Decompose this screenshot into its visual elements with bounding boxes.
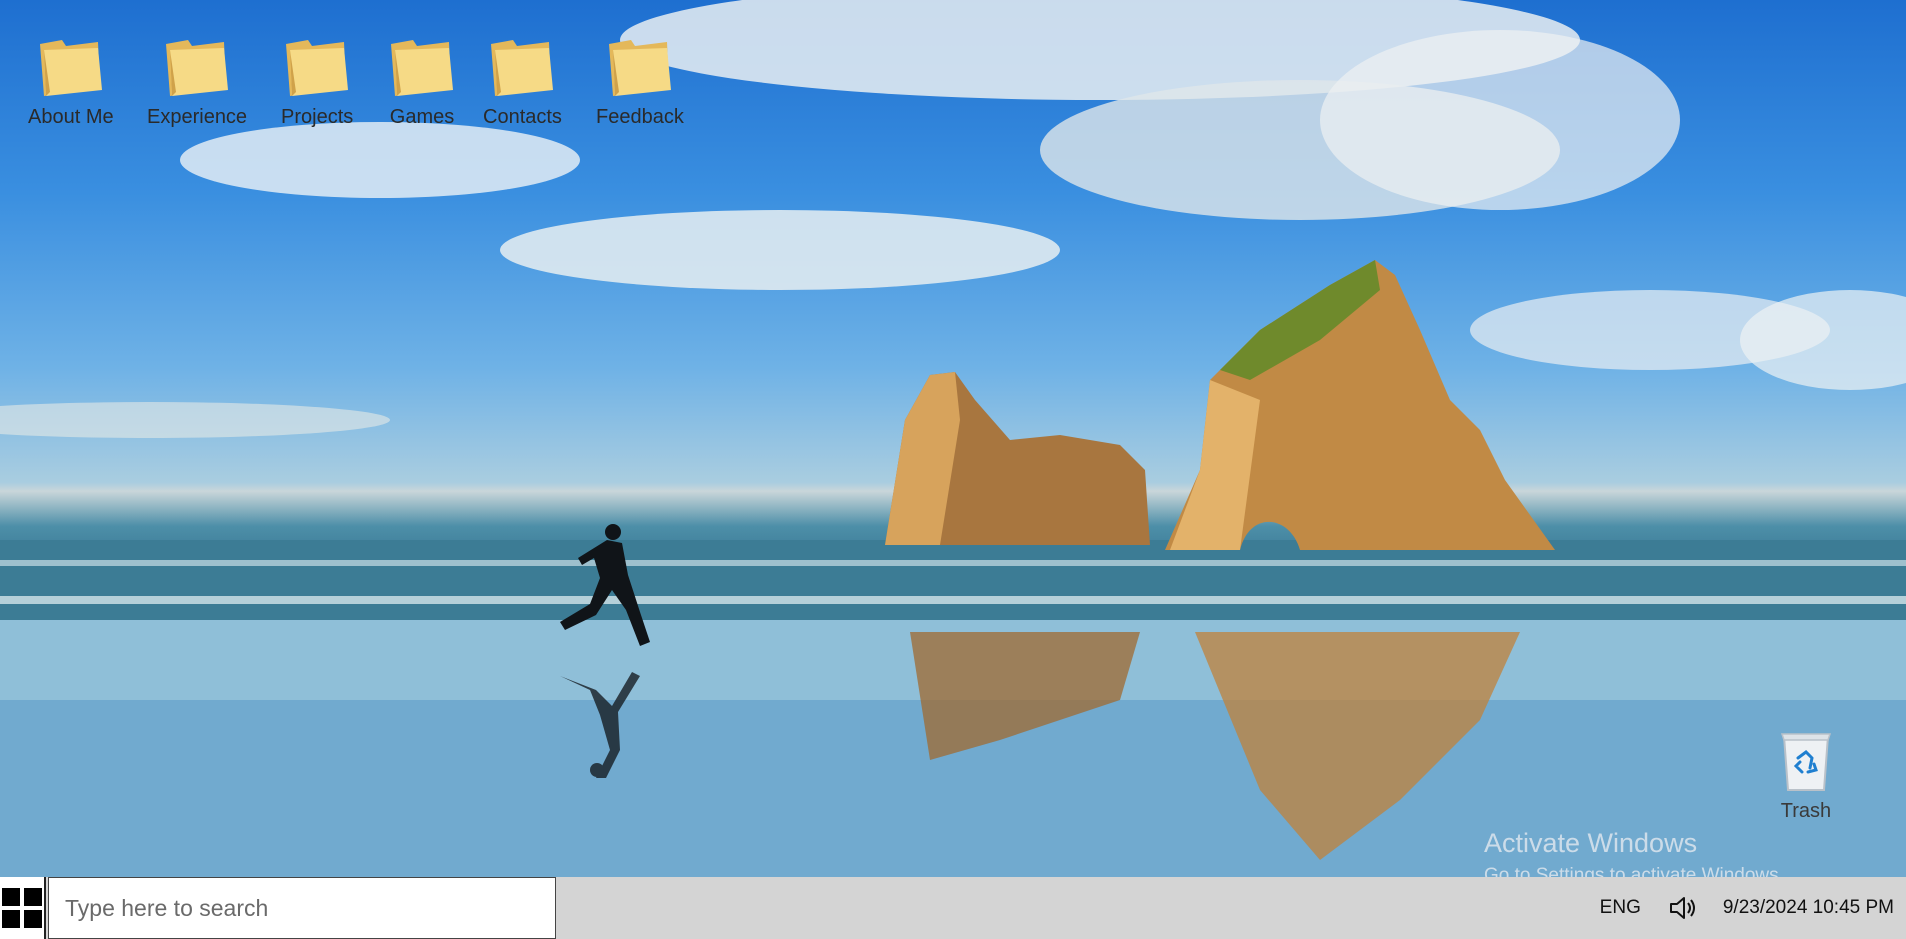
system-tray: ENG 9/23/2024 10:45 PM xyxy=(1600,877,1894,939)
language-indicator[interactable]: ENG xyxy=(1600,897,1641,919)
wallpaper-scene xyxy=(0,0,1906,877)
desktop-icon-label: Contacts xyxy=(483,106,562,128)
desktop-icon-trash[interactable]: Trash xyxy=(1778,728,1834,823)
search-input[interactable] xyxy=(63,893,537,923)
activate-windows-watermark: Activate Windows Go to Settings to activ… xyxy=(1484,828,1784,877)
watermark-subtitle: Go to Settings to activate Windows. xyxy=(1484,865,1784,877)
trash-label: Trash xyxy=(1780,800,1832,822)
desktop-icon-projects[interactable]: Projects xyxy=(281,30,353,129)
desktop-icon-contacts[interactable]: Contacts xyxy=(483,30,562,129)
taskbar: ENG 9/23/2024 10:45 PM xyxy=(0,877,1906,939)
folder-icon xyxy=(608,40,671,96)
desktop-icon-label: Games xyxy=(389,106,455,128)
desktop-wallpaper: About Me Experience Projects Games Conta… xyxy=(0,0,1906,877)
recycle-bin-icon xyxy=(1780,733,1832,791)
folder-icon xyxy=(286,40,349,96)
folder-icon xyxy=(39,40,102,96)
desktop-icon-label: Feedback xyxy=(596,106,684,128)
desktop-icon-experience[interactable]: Experience xyxy=(147,30,247,129)
start-button[interactable] xyxy=(0,877,46,939)
desktop-icon-games[interactable]: Games xyxy=(387,30,457,129)
watermark-title: Activate Windows xyxy=(1484,828,1698,858)
desktop-icon-feedback[interactable]: Feedback xyxy=(596,30,684,129)
clock[interactable]: 9/23/2024 10:45 PM xyxy=(1723,897,1894,919)
desktop-icon-about-me[interactable]: About Me xyxy=(28,30,114,129)
windows-logo-icon xyxy=(2,888,42,928)
taskbar-search-box[interactable] xyxy=(48,877,556,939)
folder-icon xyxy=(491,40,554,96)
desktop-icon-label: About Me xyxy=(28,106,114,128)
volume-button[interactable] xyxy=(1669,895,1697,921)
speaker-icon xyxy=(1669,897,1695,919)
desktop-icon-label: Projects xyxy=(281,106,354,128)
folder-icon xyxy=(166,40,229,96)
desktop-icon-label: Experience xyxy=(147,106,248,128)
folder-icon xyxy=(391,40,453,96)
